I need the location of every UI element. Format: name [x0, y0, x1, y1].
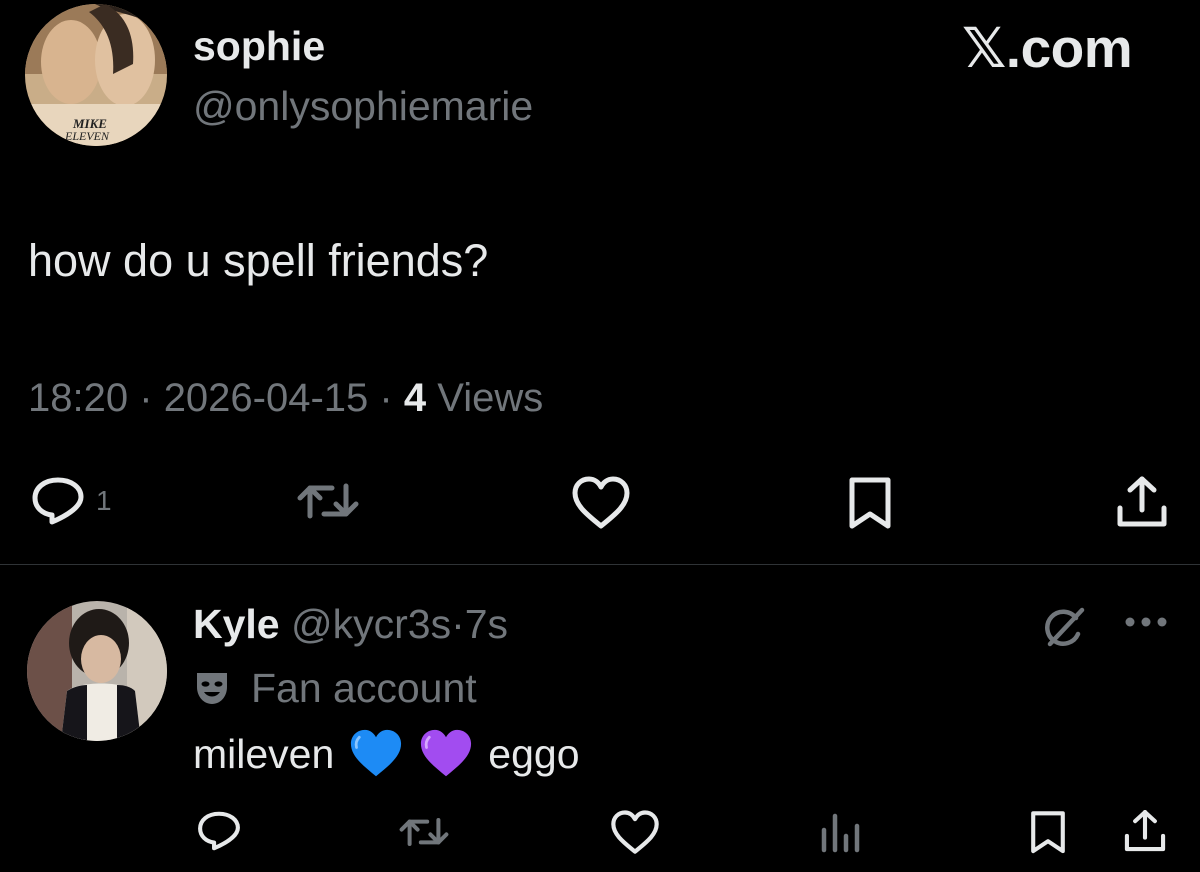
theater-mask-icon — [197, 673, 227, 704]
bookmark-icon — [1031, 811, 1065, 854]
reply-views-button[interactable] — [818, 808, 862, 854]
tweet-meta: 18:20 · 2026-04-15 · 4 Views — [28, 374, 543, 422]
grok-icon — [1045, 607, 1085, 647]
meta-separator: · — [451, 601, 465, 647]
reply-reply-button[interactable] — [196, 810, 242, 852]
fan-account-label: Fan account — [251, 665, 477, 711]
divider — [0, 564, 1200, 565]
bookmark-button[interactable] — [846, 476, 894, 532]
meta-separator: · — [139, 376, 153, 420]
reply-header: Kyle @kycr3s·7s — [193, 600, 508, 648]
reply-display-name[interactable]: Kyle — [193, 601, 280, 647]
heart-icon — [572, 476, 630, 529]
reply-share-button[interactable] — [1122, 808, 1168, 854]
user-handle[interactable]: @onlysophiemarie — [193, 82, 533, 130]
tweet-time[interactable]: 18:20 — [28, 376, 128, 420]
purple-heart-emoji — [421, 729, 472, 777]
reply-like-button[interactable] — [610, 810, 660, 855]
heart-icon — [611, 810, 659, 854]
share-icon — [1117, 476, 1167, 527]
share-icon — [1124, 810, 1166, 852]
reply-bookmark-button[interactable] — [1028, 810, 1068, 856]
avatar-kyle[interactable] — [27, 601, 167, 741]
reply-icon — [198, 811, 240, 851]
more-icon — [1125, 617, 1167, 627]
meta-separator: · — [379, 376, 393, 420]
retweet-icon — [297, 483, 359, 519]
reply-text: mileven eggo — [193, 728, 580, 780]
reply-retweet-button[interactable] — [398, 812, 450, 852]
retweet-button[interactable] — [296, 476, 360, 526]
x-logo: 𝕏.com — [962, 17, 1133, 79]
grok-button[interactable] — [1040, 604, 1088, 657]
views-label: Views — [437, 376, 544, 420]
reply-handle[interactable]: @kycr3s — [291, 601, 451, 647]
more-button[interactable] — [1122, 612, 1170, 637]
retweet-icon — [399, 818, 449, 846]
like-button[interactable] — [571, 476, 631, 530]
reply-text-start: mileven — [193, 731, 335, 777]
tweet-text: how do u spell friends? — [28, 235, 489, 286]
blue-heart-emoji — [351, 729, 402, 777]
avatar-sophie[interactable]: MIKE ELEVEN — [25, 4, 167, 146]
reply-text-end: eggo — [488, 731, 580, 777]
avatar-label-eleven: ELEVEN — [64, 129, 110, 143]
bookmark-icon — [849, 477, 891, 529]
views-count: 4 — [403, 376, 427, 420]
reply-time[interactable]: 7s — [465, 601, 508, 647]
reply-button[interactable]: 1 — [30, 476, 112, 526]
reply-icon — [32, 477, 84, 525]
reply-count: 1 — [96, 485, 112, 516]
fan-account-badge: Fan account — [193, 664, 477, 712]
display-name[interactable]: sophie — [193, 22, 325, 70]
tweet-date[interactable]: 2026-04-15 — [164, 376, 369, 420]
views-icon — [821, 813, 860, 853]
share-button[interactable] — [1114, 474, 1170, 530]
